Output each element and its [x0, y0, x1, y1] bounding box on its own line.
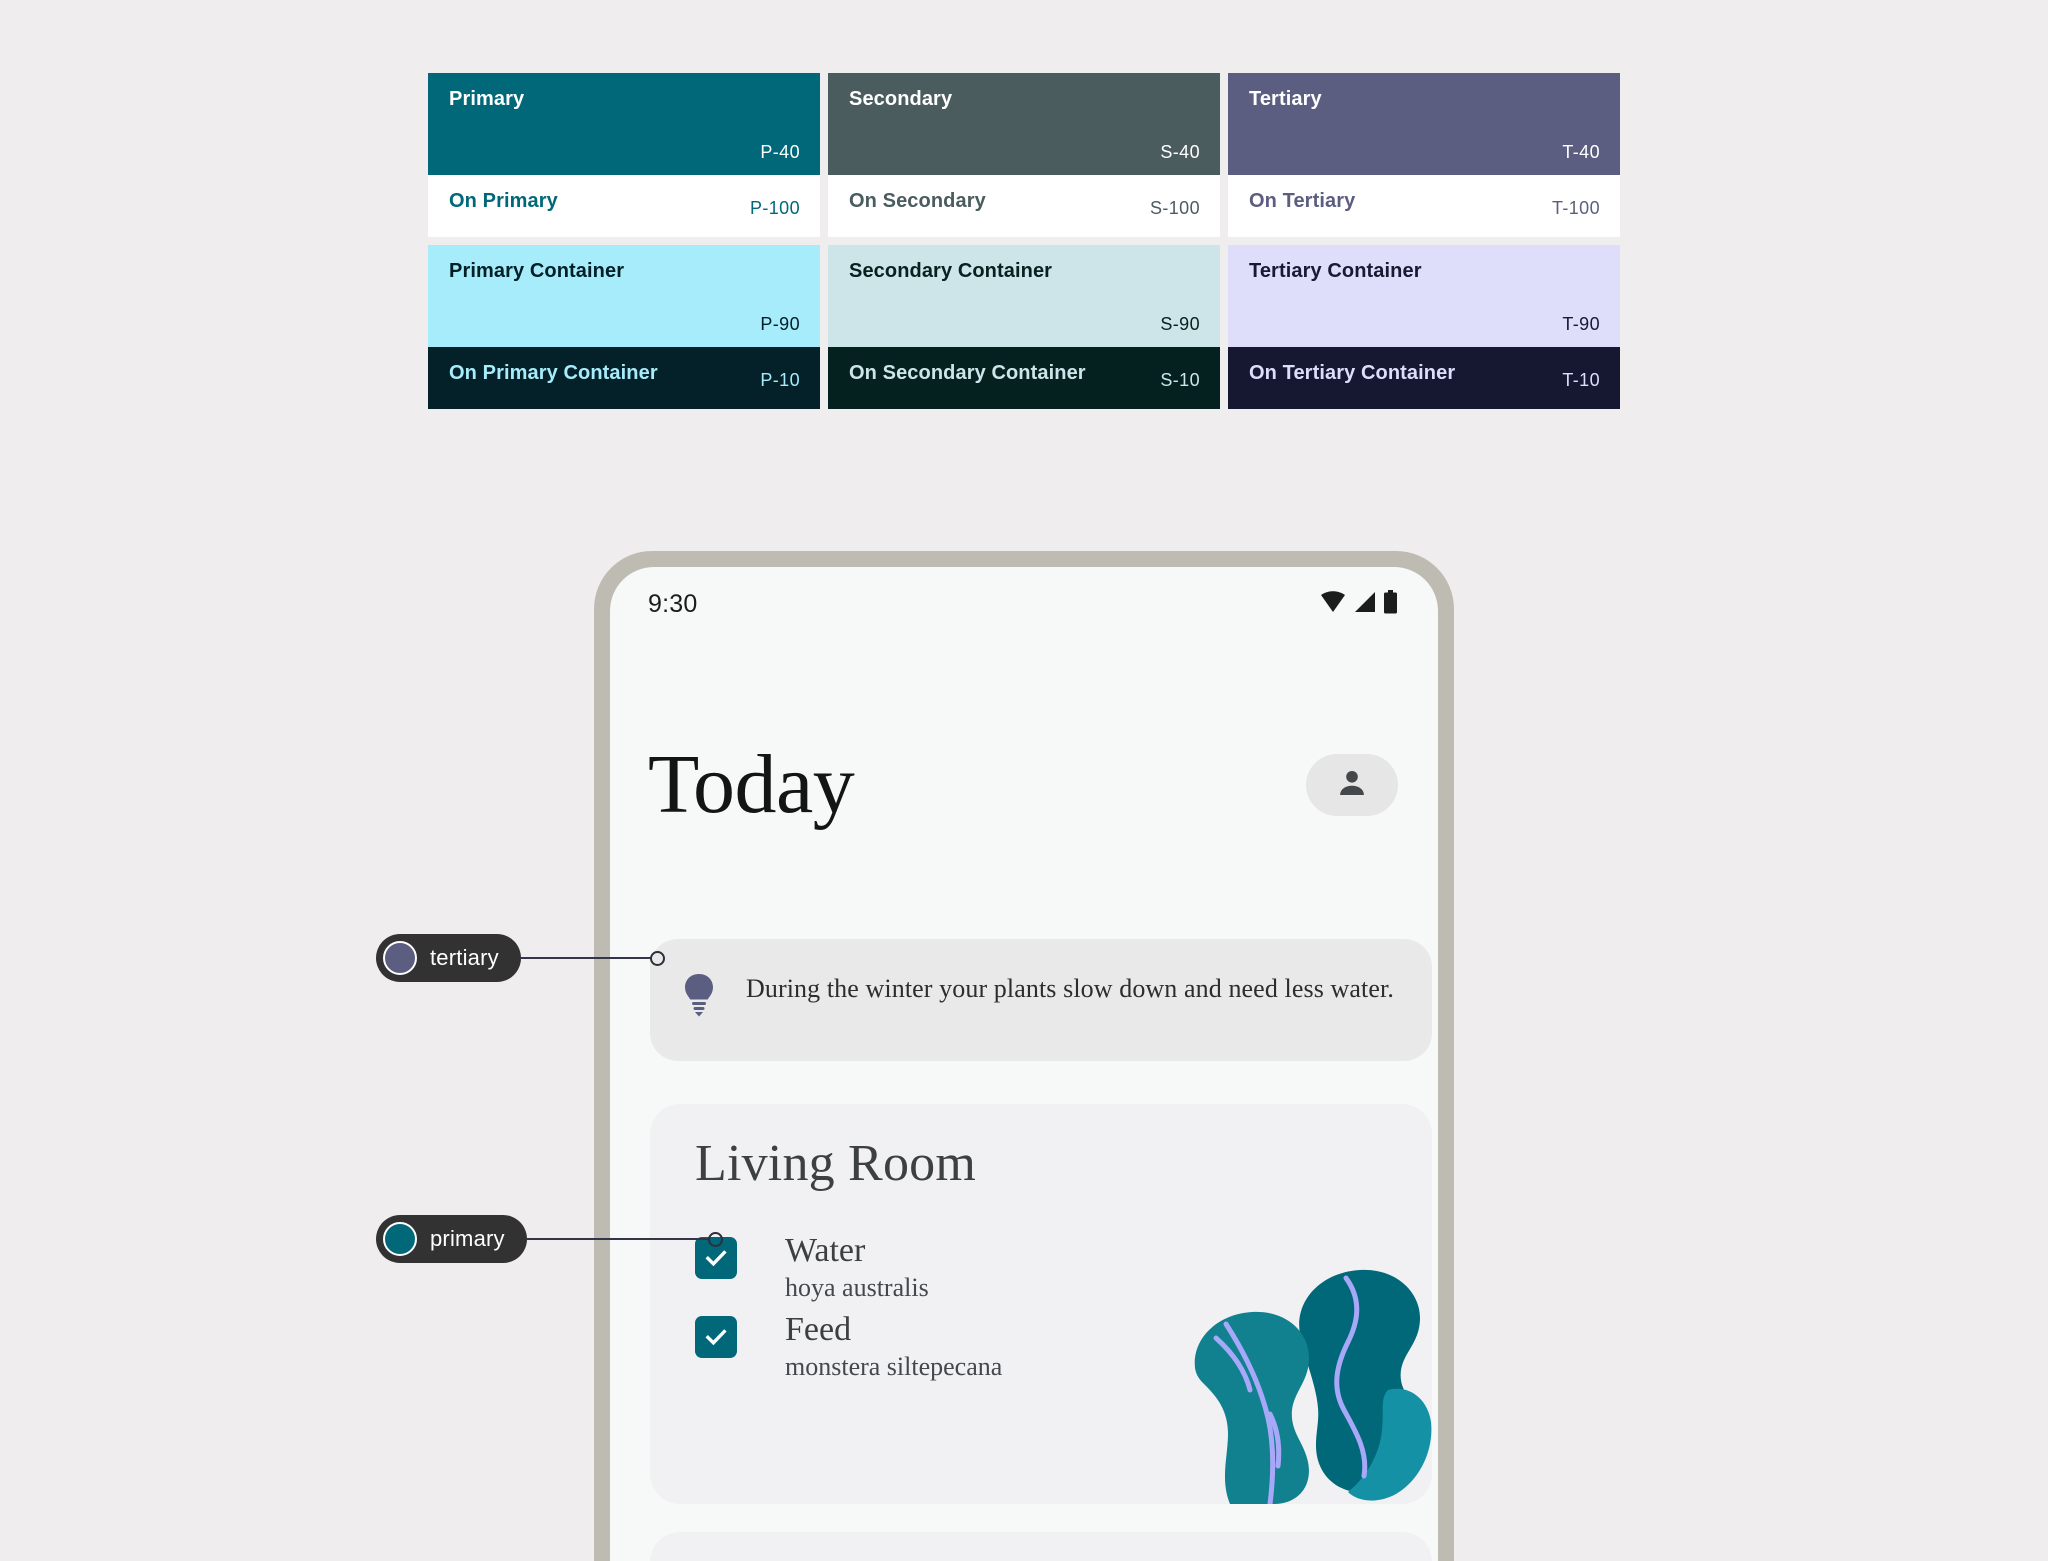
swatch-code: T-10 — [1562, 370, 1600, 390]
swatch-label: On Tertiary — [1249, 190, 1356, 212]
color-dot-icon — [383, 1222, 417, 1256]
swatch-label: On Tertiary Container — [1249, 362, 1456, 384]
lightbulb-icon — [682, 973, 716, 1022]
swatch-label: On Primary Container — [449, 362, 658, 384]
task-text: Water hoya australis — [785, 1232, 929, 1304]
next-room-card[interactable] — [650, 1532, 1432, 1561]
annotation-leader-line — [526, 1238, 709, 1240]
swatch-label: On Primary — [449, 190, 558, 212]
swatch-on-primary[interactable]: On Primary P-100 — [428, 175, 820, 237]
task-row[interactable]: Water hoya australis — [695, 1232, 929, 1304]
swatch-tertiary[interactable]: Tertiary T-40 — [1228, 73, 1620, 175]
room-title: Living Room — [695, 1135, 976, 1192]
annotation-target-ring-icon — [707, 1231, 723, 1247]
swatch-code: S-40 — [1160, 142, 1200, 162]
person-icon — [1335, 766, 1369, 805]
swatch-on-secondary-container[interactable]: On Secondary Container S-10 — [828, 347, 1220, 409]
swatch-code: S-100 — [1149, 198, 1200, 218]
task-text: Feed monstera siltepecana — [785, 1311, 1002, 1383]
swatch-code: S-90 — [1160, 314, 1200, 334]
cellular-signal-icon — [1353, 591, 1376, 618]
swatch-label: Tertiary — [1249, 88, 1322, 110]
wifi-icon — [1320, 590, 1346, 618]
annotation-label: primary — [430, 1226, 505, 1251]
swatch-secondary[interactable]: Secondary S-40 — [828, 73, 1220, 175]
palette-pair-secondary: Secondary S-40 On Secondary S-100 — [828, 73, 1220, 237]
palette-column-primary: Primary P-40 On Primary P-100 Primary Co… — [428, 73, 820, 409]
palette-pair-primary-container: Primary Container P-90 On Primary Contai… — [428, 245, 820, 409]
annotation-label: tertiary — [430, 945, 499, 970]
status-bar: 9:30 — [610, 567, 1438, 641]
swatch-on-secondary[interactable]: On Secondary S-100 — [828, 175, 1220, 237]
palette-column-tertiary: Tertiary T-40 On Tertiary T-100 Tertiary… — [1228, 73, 1620, 409]
swatch-on-tertiary-container[interactable]: On Tertiary Container T-10 — [1228, 347, 1620, 409]
annotation-target-ring-icon — [649, 950, 665, 966]
task-checkbox[interactable] — [695, 1316, 737, 1358]
swatch-label: Primary — [449, 88, 525, 110]
task-title: Water — [785, 1232, 866, 1269]
swatch-code: T-100 — [1551, 198, 1600, 218]
status-icons — [1320, 589, 1398, 619]
swatch-on-tertiary[interactable]: On Tertiary T-100 — [1228, 175, 1620, 237]
swatch-primary[interactable]: Primary P-40 — [428, 73, 820, 175]
annotation-pill[interactable]: primary — [376, 1215, 527, 1263]
annotation-tertiary: tertiary — [376, 934, 665, 982]
palette-pair-tertiary-container: Tertiary Container T-90 On Tertiary Cont… — [1228, 245, 1620, 409]
swatch-code: P-10 — [760, 370, 800, 390]
palette-column-secondary: Secondary S-40 On Secondary S-100 Second… — [828, 73, 1220, 409]
swatch-code: P-40 — [760, 142, 800, 162]
palette-pair-secondary-container: Secondary Container S-90 On Secondary Co… — [828, 245, 1220, 409]
swatch-code: P-100 — [749, 198, 800, 218]
annotation-leader-line — [520, 957, 651, 959]
swatch-code: S-10 — [1160, 370, 1200, 390]
color-dot-icon — [383, 941, 417, 975]
palette-pair-primary: Primary P-40 On Primary P-100 — [428, 73, 820, 237]
phone-mockup: 9:30 Today During the winter your plants… — [594, 551, 1454, 1561]
page-title: Today — [648, 738, 855, 831]
swatch-label: Tertiary Container — [1249, 260, 1422, 282]
swatch-label: Secondary — [849, 88, 953, 110]
swatch-code: T-90 — [1562, 314, 1600, 334]
swatch-code: P-90 — [760, 314, 800, 334]
avatar[interactable] — [1306, 754, 1398, 816]
annotation-pill[interactable]: tertiary — [376, 934, 521, 982]
task-subtitle: monstera siltepecana — [785, 1352, 1003, 1381]
swatch-primary-container[interactable]: Primary Container P-90 — [428, 245, 820, 347]
phone-screen: 9:30 Today During the winter your plants… — [610, 567, 1438, 1561]
swatch-label: Secondary Container — [849, 260, 1053, 282]
battery-icon — [1383, 589, 1398, 619]
plant-leaves-illustration — [1182, 1204, 1432, 1504]
swatch-on-primary-container[interactable]: On Primary Container P-10 — [428, 347, 820, 409]
swatch-code: T-40 — [1562, 142, 1600, 162]
swatch-tertiary-container[interactable]: Tertiary Container T-90 — [1228, 245, 1620, 347]
app-header: Today — [610, 735, 1438, 835]
swatch-label: On Secondary Container — [849, 362, 1086, 384]
palette-pair-tertiary: Tertiary T-40 On Tertiary T-100 — [1228, 73, 1620, 237]
tip-text: During the winter your plants slow down … — [746, 974, 1394, 1003]
task-row[interactable]: Feed monstera siltepecana — [695, 1311, 1002, 1383]
swatch-label: On Secondary — [849, 190, 986, 212]
annotation-primary: primary — [376, 1215, 723, 1263]
task-subtitle: hoya australis — [785, 1273, 929, 1302]
task-title: Feed — [785, 1311, 852, 1348]
swatch-label: Primary Container — [449, 260, 625, 282]
tip-card[interactable]: During the winter your plants slow down … — [650, 939, 1432, 1061]
status-time: 9:30 — [648, 589, 698, 618]
color-palette-grid: Primary P-40 On Primary P-100 Primary Co… — [428, 73, 1620, 409]
swatch-secondary-container[interactable]: Secondary Container S-90 — [828, 245, 1220, 347]
room-card: Living Room Water hoya australis Feed mo… — [650, 1104, 1432, 1504]
